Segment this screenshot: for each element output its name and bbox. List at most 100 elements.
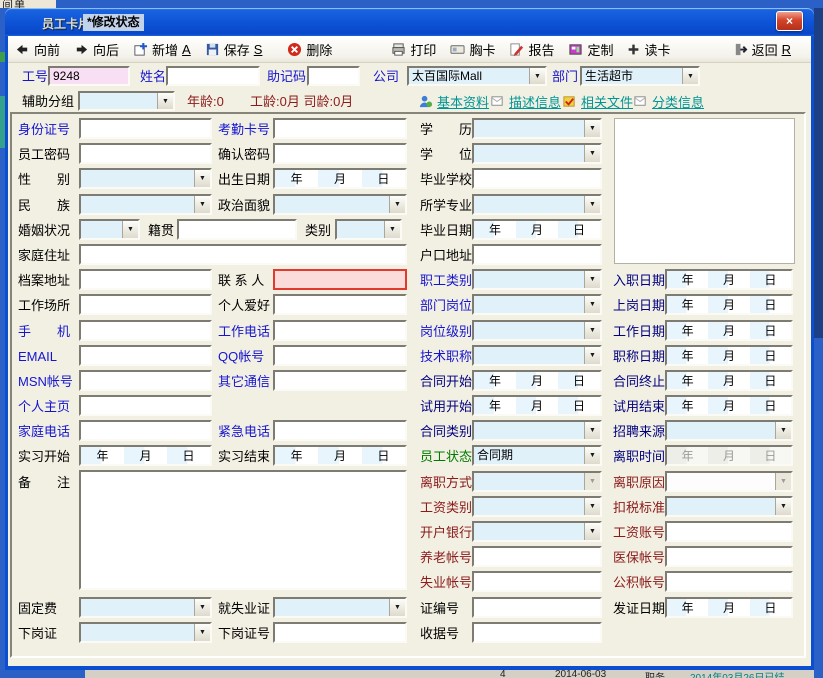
edu-dropdown[interactable]: ▼: [472, 118, 602, 139]
empcat-dropdown[interactable]: ▼: [472, 269, 602, 290]
confirmpwd-input[interactable]: [273, 143, 407, 164]
company-label: 公司: [373, 68, 399, 85]
fundacct-input[interactable]: [665, 571, 793, 592]
add-button[interactable]: 新增A: [133, 40, 191, 59]
recruitsrc-dropdown[interactable]: ▼: [665, 420, 793, 441]
fixedfee-dropdown[interactable]: ▼: [79, 597, 212, 618]
tab-classification[interactable]: 分类信息: [633, 92, 704, 111]
political-dropdown[interactable]: ▼: [273, 194, 407, 215]
poslevel-dropdown[interactable]: ▼: [472, 320, 602, 341]
birthdate-date[interactable]: 年月日: [273, 168, 407, 189]
hobby-input[interactable]: [273, 294, 407, 315]
trialend-date[interactable]: 年月日: [665, 395, 793, 416]
emppwd-input[interactable]: [79, 143, 212, 164]
marital-dropdown[interactable]: ▼: [79, 219, 140, 240]
tab-related-files[interactable]: 相关文件: [562, 92, 633, 111]
mnemonic-input[interactable]: [307, 66, 360, 86]
issuedate-date[interactable]: 年月日: [665, 597, 793, 618]
major-dropdown[interactable]: ▼: [472, 194, 602, 215]
idcard-input[interactable]: [79, 118, 212, 139]
layoffcert-dropdown[interactable]: ▼: [79, 622, 212, 643]
workphone-input[interactable]: [273, 320, 407, 341]
salarycat-dropdown[interactable]: ▼: [472, 496, 602, 517]
ondutydate-date[interactable]: 年月日: [665, 294, 793, 315]
deptpos-dropdown[interactable]: ▼: [472, 294, 602, 315]
trialstart-date[interactable]: 年月日: [472, 395, 602, 416]
back-button[interactable]: 返回R: [733, 40, 791, 59]
dept-dropdown[interactable]: 生活超市▼: [580, 66, 700, 86]
taxstd-dropdown[interactable]: ▼: [665, 496, 793, 517]
hiredate-date[interactable]: 年月日: [665, 269, 793, 290]
email-input[interactable]: [79, 345, 212, 366]
degree-dropdown[interactable]: ▼: [472, 143, 602, 164]
empstatus-dropdown[interactable]: 合同期▼: [472, 445, 602, 466]
workdate-date[interactable]: 年月日: [665, 320, 793, 341]
workplace-input[interactable]: [79, 294, 212, 315]
layoffno-input[interactable]: [273, 622, 407, 643]
category-dropdown[interactable]: ▼: [335, 219, 402, 240]
gender-dropdown[interactable]: ▼: [79, 168, 212, 189]
unempcert-value: [275, 599, 389, 616]
prev-icon: [15, 42, 30, 57]
native-input[interactable]: [177, 219, 297, 240]
tab-description[interactable]: 描述信息: [490, 92, 561, 111]
tab-basic-info[interactable]: 基本资料: [418, 92, 489, 111]
close-button[interactable]: ×: [776, 11, 803, 31]
msn-input[interactable]: [79, 370, 212, 391]
contractstart-date[interactable]: 年月日: [472, 370, 602, 391]
deptpos-label: 部门岗位: [420, 297, 472, 314]
school-input[interactable]: [472, 168, 602, 189]
report-button[interactable]: 报告: [509, 40, 554, 59]
remark-textarea[interactable]: [79, 470, 407, 590]
delete-button[interactable]: 删除: [287, 40, 332, 59]
fileaddr-input[interactable]: [79, 269, 212, 290]
qq-input[interactable]: [273, 345, 407, 366]
unempcert-dropdown[interactable]: ▼: [273, 597, 407, 618]
medicalacct-input[interactable]: [665, 546, 793, 567]
ethnic-dropdown[interactable]: ▼: [79, 194, 212, 215]
mobile-input[interactable]: [79, 320, 212, 341]
readcard-button[interactable]: 读卡: [627, 40, 670, 59]
badge-button[interactable]: 胸卡: [450, 40, 495, 59]
dept-label: 部门: [552, 68, 578, 85]
graddate-date[interactable]: 年月日: [472, 219, 602, 240]
company-dropdown[interactable]: 太百国际Mall▼: [407, 66, 547, 86]
emergphone-input[interactable]: [273, 420, 407, 441]
receiptno-input[interactable]: [472, 622, 602, 643]
next-button[interactable]: 向后: [74, 40, 119, 59]
print-button[interactable]: 打印: [391, 40, 436, 59]
window-titlebar[interactable]: 员工卡片 *修改状态 ×: [5, 8, 814, 36]
aux-group-dropdown[interactable]: ▼: [78, 91, 175, 111]
titledate-date[interactable]: 年月日: [665, 345, 793, 366]
internstart-date[interactable]: 年月日: [79, 445, 212, 466]
internend-label: 实习结束: [218, 448, 270, 465]
pension-input[interactable]: [472, 546, 602, 567]
othercomm-input[interactable]: [273, 370, 407, 391]
contact-input[interactable]: [273, 269, 407, 290]
save-button[interactable]: 保存S: [205, 40, 263, 59]
bank-dropdown[interactable]: ▼: [472, 521, 602, 542]
contractend-date[interactable]: 年月日: [665, 370, 793, 391]
homeaddr-input[interactable]: [79, 244, 407, 265]
background-window-fragment: 间单: [0, 0, 56, 8]
date-part: 月: [708, 271, 749, 288]
homephone-input[interactable]: [79, 420, 212, 441]
prev-button[interactable]: 向前: [15, 40, 60, 59]
email-label: EMAIL: [18, 348, 57, 365]
contractcat-dropdown[interactable]: ▼: [472, 420, 602, 441]
hiredate-label: 入职日期: [613, 272, 665, 289]
certno-input[interactable]: [472, 597, 602, 618]
salaryacct-input[interactable]: [665, 521, 793, 542]
chevron-down-icon: ▼: [584, 422, 600, 439]
name-input[interactable]: [166, 66, 260, 86]
unempacct-input[interactable]: [472, 571, 602, 592]
internend-date[interactable]: 年月日: [273, 445, 407, 466]
attcard-input[interactable]: [273, 118, 407, 139]
custom-button[interactable]: 定制: [568, 40, 613, 59]
date-part: 月: [318, 447, 361, 464]
techtitle-dropdown[interactable]: ▼: [472, 345, 602, 366]
empno-input[interactable]: [48, 66, 130, 86]
hukou-input[interactable]: [472, 244, 602, 265]
homepage-input[interactable]: [79, 395, 212, 416]
date-part: 月: [708, 397, 749, 414]
